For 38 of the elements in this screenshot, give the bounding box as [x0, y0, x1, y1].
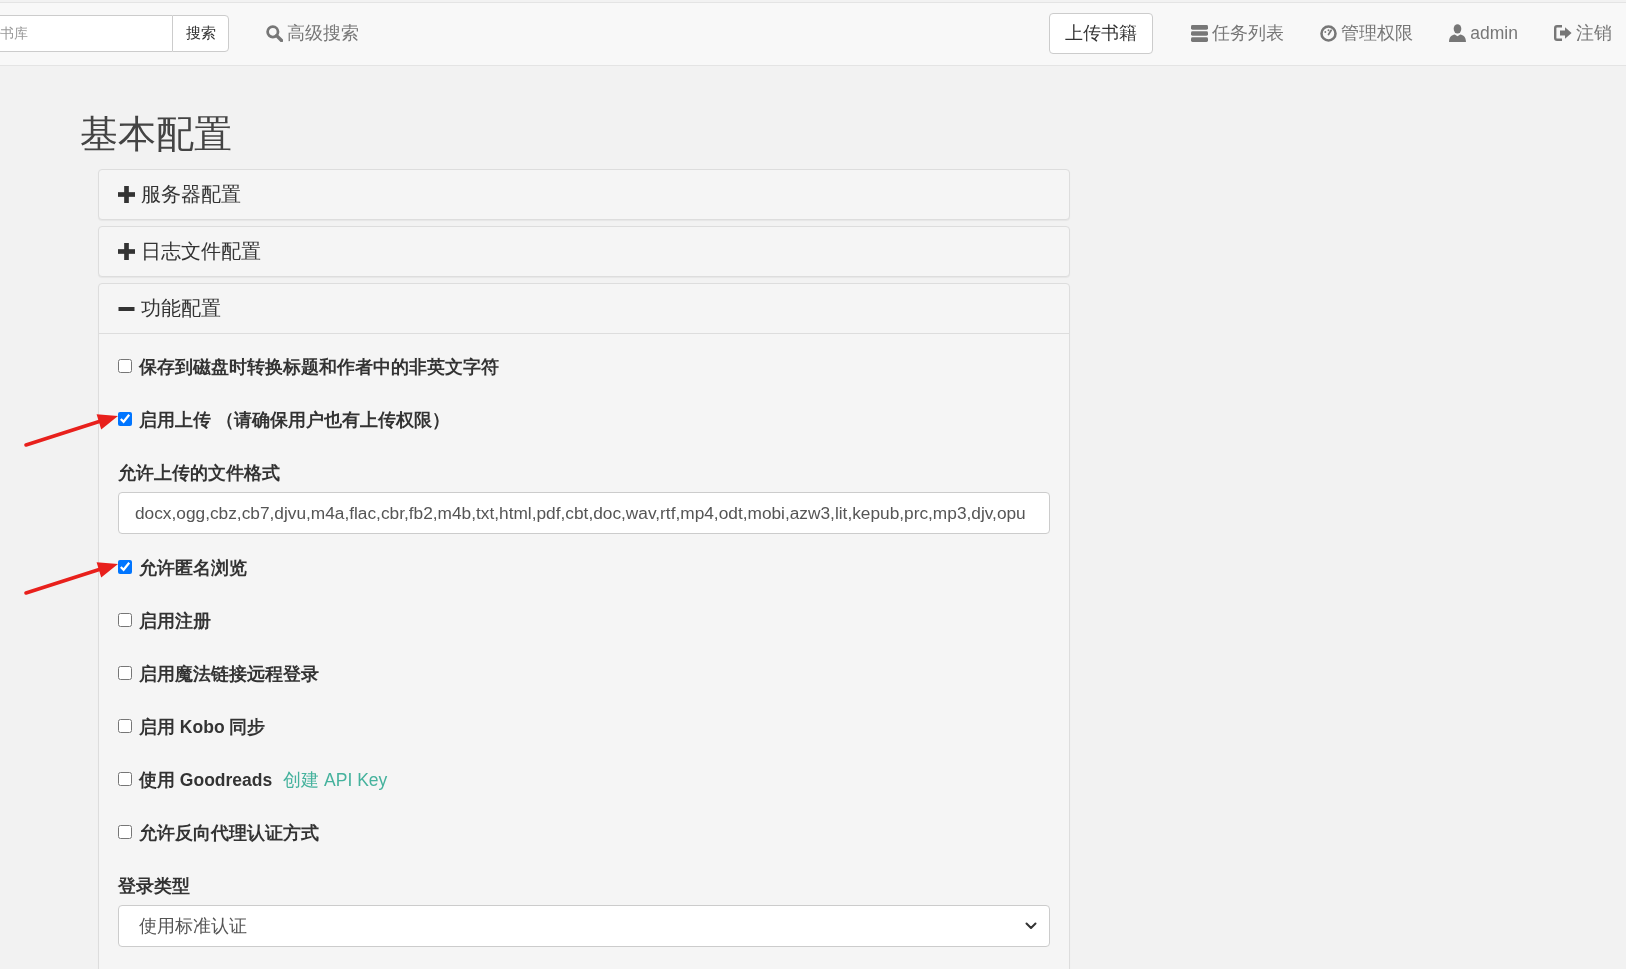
checkbox[interactable]	[118, 719, 132, 733]
checkbox[interactable]	[118, 613, 132, 627]
search-field[interactable]: 书库	[0, 14, 172, 52]
logout-icon	[1554, 25, 1572, 41]
input-field[interactable]: docx,ogg,cbz,cb7,djvu,m4a,flac,cbr,fb2,m4b,txt,html,pdf,cbt,doc,wav,rtf,mp4,odt,mobi,azw3,lit,kepub,prc,mp3,djv,opu	[118, 492, 1050, 534]
checkbox-label: 保存到磁盘时转换标题和作者中的非英文字符	[139, 356, 499, 379]
field-label: 允许上传的文件格式	[118, 462, 280, 485]
upload-button[interactable]: 上传书籍	[1049, 12, 1154, 54]
checkbox-label: 启用上传 （请确保用户也有上传权限）	[139, 409, 450, 432]
search-button[interactable]: 搜索	[172, 14, 229, 52]
panel-header[interactable]: 功能配置	[99, 284, 1069, 334]
advanced-search-link[interactable]: 高级搜索	[266, 21, 359, 45]
panel-header[interactable]: 服务器配置	[99, 170, 1069, 219]
panel-header[interactable]: 日志文件配置	[99, 227, 1069, 276]
tasks-icon	[1191, 24, 1209, 42]
nav-link[interactable]: 管理权限	[1320, 21, 1414, 45]
field-label: 登录类型	[118, 875, 190, 898]
checkbox[interactable]	[118, 412, 132, 426]
checkbox-label: 启用 Kobo 同步	[139, 716, 266, 739]
checkbox[interactable]	[118, 666, 132, 680]
page-title: 基本配置	[80, 114, 232, 155]
checkbox[interactable]	[118, 772, 132, 786]
search-icon	[266, 24, 283, 42]
checkbox[interactable]	[118, 825, 132, 839]
nav-link[interactable]: 任务列表	[1191, 21, 1285, 45]
checkbox-label: 使用 Goodreads	[139, 769, 273, 792]
checkbox-label: 启用魔法链接远程登录	[139, 663, 319, 686]
chevron-down-icon	[1025, 922, 1037, 930]
checkbox-label: 启用注册	[139, 610, 211, 633]
select-field[interactable]: 使用标准认证	[118, 905, 1050, 947]
checkbox-label: 允许反向代理认证方式	[139, 822, 319, 845]
gauge-icon	[1320, 24, 1338, 42]
nav-link[interactable]: 注销	[1554, 21, 1612, 45]
checkbox-label: 允许匿名浏览	[139, 557, 247, 580]
nav-link[interactable]: admin	[1449, 22, 1518, 44]
checkbox[interactable]	[118, 560, 132, 574]
checkbox[interactable]	[118, 359, 132, 373]
user-icon	[1449, 24, 1467, 42]
